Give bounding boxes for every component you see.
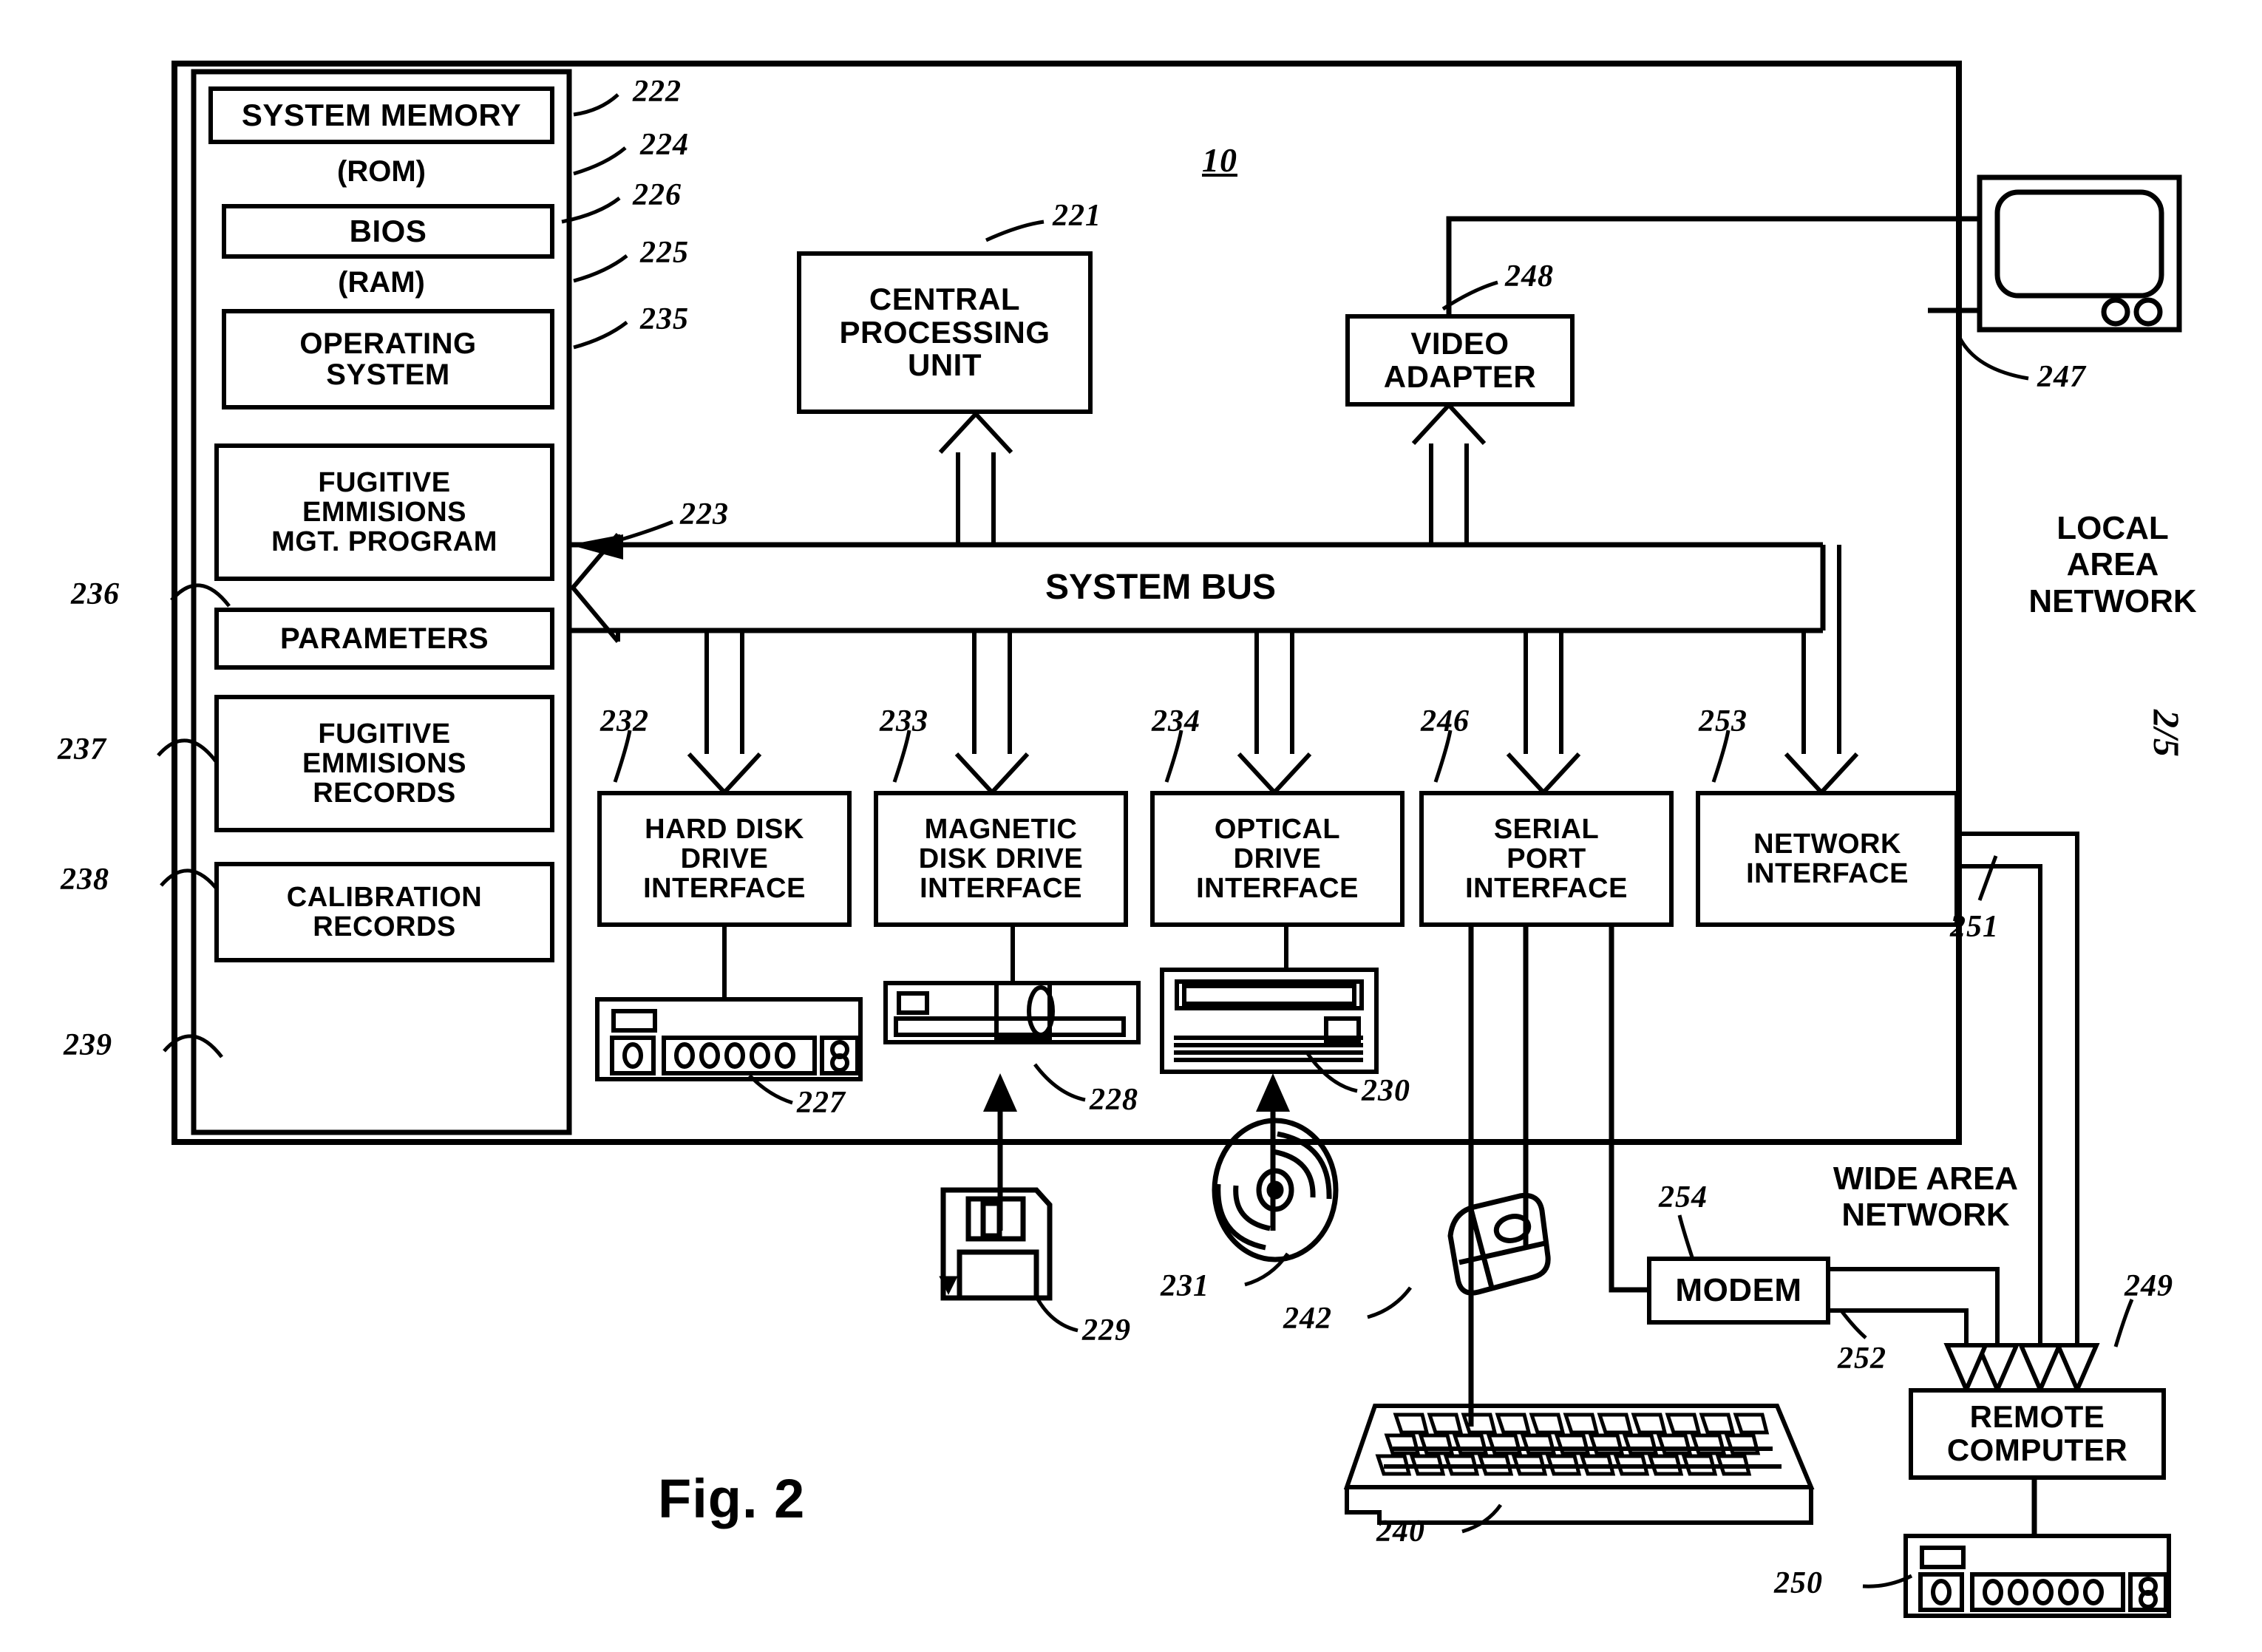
ref-238: 238 (61, 863, 109, 897)
patent-figure-2: SYSTEM MEMORY (ROM) BIOS (RAM) OPERATING… (0, 0, 2262, 1652)
ref-224: 224 (640, 128, 689, 162)
ref-246: 246 (1421, 704, 1470, 738)
ref-233: 233 (880, 704, 928, 738)
ref-248: 248 (1505, 259, 1554, 293)
magnetic-disk-drive-interface-box: MAGNETIC DISK DRIVE INTERFACE (874, 791, 1128, 927)
calibration-records-box: CALIBRATION RECORDS (214, 862, 554, 962)
figure-caption: Fig. 2 (658, 1468, 806, 1529)
ref-252: 252 (1838, 1342, 1886, 1376)
system-memory-title: SYSTEM MEMORY (208, 86, 554, 144)
fugitive-emmisions-records-box: FUGITIVE EMMISIONS RECORDS (214, 695, 554, 832)
ref-10-system: 10 (1202, 141, 1237, 179)
sheet-number: 2/5 (2146, 710, 2187, 757)
ref-239: 239 (64, 1028, 112, 1062)
ref-240: 240 (1376, 1515, 1425, 1549)
ref-221: 221 (1053, 199, 1101, 233)
bios-box: BIOS (222, 204, 554, 259)
local-area-network-label: LOCAL AREA NETWORK (2028, 510, 2197, 619)
modem-box: MODEM (1647, 1257, 1830, 1325)
ref-229: 229 (1082, 1313, 1131, 1347)
ref-228: 228 (1090, 1083, 1138, 1117)
ref-227: 227 (797, 1086, 846, 1120)
ref-222: 222 (633, 75, 682, 109)
ref-251: 251 (1950, 910, 1999, 944)
ref-235: 235 (640, 302, 689, 336)
wide-area-network-label: WIDE AREA NETWORK (1833, 1160, 2019, 1234)
ref-250: 250 (1774, 1566, 1823, 1600)
remote-computer-box: REMOTE COMPUTER (1909, 1388, 2166, 1480)
ref-247: 247 (2037, 360, 2086, 394)
ref-225: 225 (640, 236, 689, 270)
ref-234: 234 (1152, 704, 1200, 738)
ref-253: 253 (1699, 704, 1748, 738)
operating-system-box: OPERATING SYSTEM (222, 309, 554, 409)
ram-label: (RAM) (338, 266, 425, 299)
video-adapter-box: VIDEO ADAPTER (1345, 314, 1575, 407)
system-bus-label: SYSTEM BUS (1045, 568, 1277, 607)
ref-230: 230 (1362, 1074, 1410, 1108)
ref-254: 254 (1659, 1180, 1708, 1214)
hard-disk-drive-interface-box: HARD DISK DRIVE INTERFACE (597, 791, 852, 927)
rom-label: (ROM) (337, 155, 426, 188)
ref-223: 223 (680, 497, 729, 531)
ref-249: 249 (2125, 1269, 2173, 1303)
ref-242: 242 (1283, 1302, 1332, 1336)
central-processing-unit-box: CENTRAL PROCESSING UNIT (797, 251, 1093, 414)
ref-237: 237 (58, 732, 106, 766)
optical-drive-interface-box: OPTICAL DRIVE INTERFACE (1150, 791, 1405, 927)
ref-232: 232 (600, 704, 649, 738)
serial-port-interface-box: SERIAL PORT INTERFACE (1419, 791, 1674, 927)
fugitive-emmisions-mgt-program-box: FUGITIVE EMMISIONS MGT. PROGRAM (214, 443, 554, 581)
network-interface-box: NETWORK INTERFACE (1696, 791, 1959, 927)
ref-226: 226 (633, 178, 682, 212)
ref-236: 236 (71, 577, 120, 611)
parameters-box: PARAMETERS (214, 608, 554, 670)
ref-231: 231 (1161, 1269, 1209, 1303)
